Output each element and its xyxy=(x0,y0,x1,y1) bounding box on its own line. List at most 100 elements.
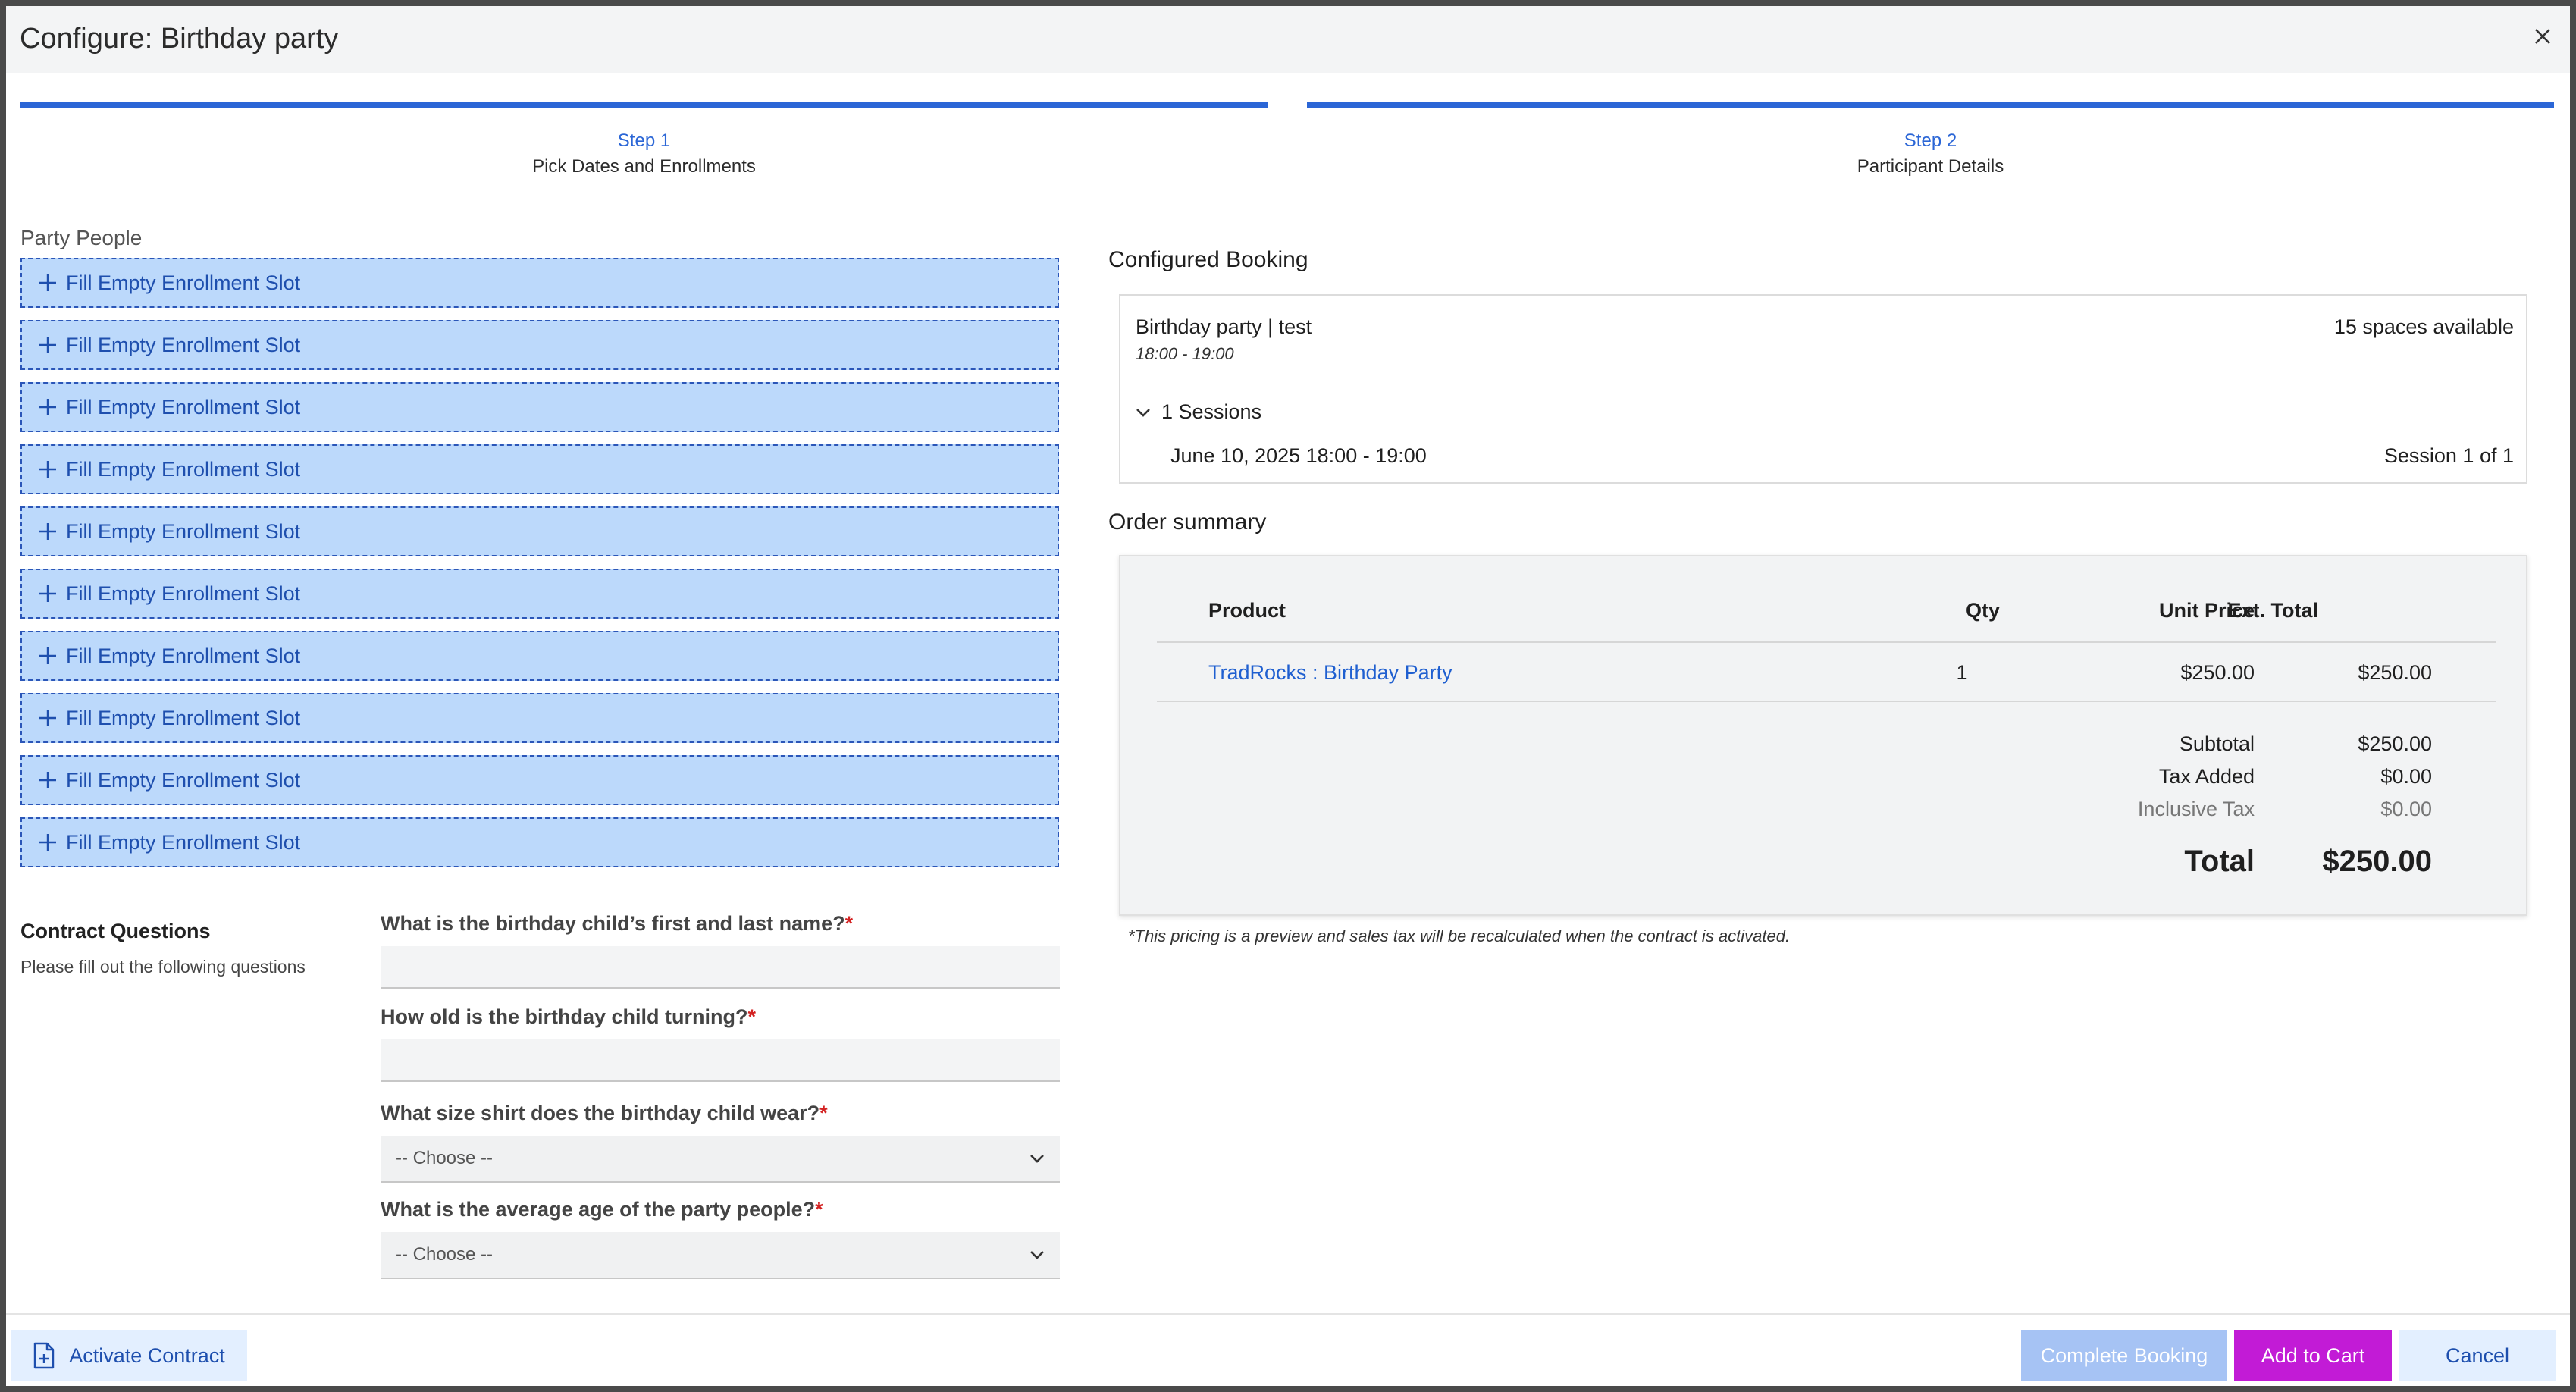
question-label: What is the average age of the party peo… xyxy=(381,1198,1060,1221)
booking-card: Birthday party | test 18:00 - 19:00 15 s… xyxy=(1119,294,2527,484)
slot-label: Fill Empty Enrollment Slot xyxy=(66,333,301,356)
step-2-label: Participant Details xyxy=(1857,156,2004,177)
complete-booking-button[interactable]: Complete Booking xyxy=(2021,1330,2227,1381)
fill-enrollment-slot-button[interactable]: Fill Empty Enrollment Slot xyxy=(20,444,1059,494)
fill-enrollment-slot-button[interactable]: Fill Empty Enrollment Slot xyxy=(20,258,1059,308)
question-text: What is the average age of the party peo… xyxy=(381,1198,816,1221)
party-people-label: Party People xyxy=(20,226,143,249)
slot-label: Fill Empty Enrollment Slot xyxy=(66,519,301,543)
plus-icon xyxy=(39,337,56,353)
slot-label: Fill Empty Enrollment Slot xyxy=(66,706,301,729)
fill-enrollment-slot-button[interactable]: Fill Empty Enrollment Slot xyxy=(20,817,1059,867)
document-plus-icon xyxy=(34,1342,55,1369)
child-name-input[interactable] xyxy=(381,946,1060,989)
close-button[interactable] xyxy=(2527,21,2558,52)
session-count: Session 1 of 1 xyxy=(2383,444,2514,467)
question-label: What is the birthday child’s first and l… xyxy=(381,912,1060,936)
col-product: Product xyxy=(1208,599,1286,622)
fill-enrollment-slot-button[interactable]: Fill Empty Enrollment Slot xyxy=(20,506,1059,556)
add-to-cart-button[interactable]: Add to Cart xyxy=(2234,1330,2392,1381)
modal-header: Configure: Birthday party xyxy=(6,6,2570,73)
activate-contract-button[interactable]: Activate Contract xyxy=(11,1330,247,1381)
configure-modal: Configure: Birthday party Step 1 Pick Da… xyxy=(6,6,2570,1386)
col-ext-total: Ext. Total xyxy=(2227,599,2505,622)
required-mark: * xyxy=(747,1005,756,1028)
row-qty: 1 xyxy=(1956,661,1968,684)
col-unit-price: Unit Price xyxy=(2158,599,2255,622)
select-value: -- Choose -- xyxy=(396,1148,494,1168)
average-age-select[interactable]: -- Choose -- xyxy=(381,1232,1060,1279)
booking-name: Birthday party | test xyxy=(1136,315,1312,338)
inclusive-tax-value: $0.00 xyxy=(2380,798,2432,820)
contract-questions-subtitle: Please fill out the following questions xyxy=(20,957,306,977)
question-child-name: What is the birthday child’s first and l… xyxy=(381,912,1060,989)
session-date: June 10, 2025 18:00 - 19:00 xyxy=(1170,444,1427,467)
product-link[interactable]: TradRocks : Birthday Party xyxy=(1208,661,1453,685)
col-qty: Qty xyxy=(1965,599,2000,622)
booking-time: 18:00 - 19:00 xyxy=(1136,344,1234,363)
fill-enrollment-slot-button[interactable]: Fill Empty Enrollment Slot xyxy=(20,755,1059,805)
plus-icon xyxy=(39,710,56,726)
pricing-note: *This pricing is a preview and sales tax… xyxy=(1128,926,1791,945)
total-value: $250.00 xyxy=(2322,845,2432,878)
step-1-bar xyxy=(20,102,1268,108)
required-mark: * xyxy=(815,1198,823,1221)
sessions-toggle[interactable]: 1 Sessions xyxy=(1136,400,1261,424)
plus-icon xyxy=(39,647,56,664)
fill-enrollment-slot-button[interactable]: Fill Empty Enrollment Slot xyxy=(20,320,1059,370)
chevron-down-icon xyxy=(1030,1251,1044,1259)
question-shirt-size: What size shirt does the birthday child … xyxy=(381,1102,1060,1183)
plus-icon xyxy=(39,399,56,415)
slot-label: Fill Empty Enrollment Slot xyxy=(66,271,301,294)
question-text: How old is the birthday child turning? xyxy=(381,1005,748,1028)
required-mark: * xyxy=(845,912,854,935)
step-2[interactable]: Step 2 Participant Details xyxy=(1307,102,2554,177)
stepper: Step 1 Pick Dates and Enrollments Step 2… xyxy=(20,102,2556,185)
divider xyxy=(1157,701,2496,702)
question-text: What size shirt does the birthday child … xyxy=(381,1102,820,1124)
child-age-input[interactable] xyxy=(381,1039,1060,1082)
step-1-label: Pick Dates and Enrollments xyxy=(532,156,756,177)
modal-footer: Activate Contract Complete Booking Add t… xyxy=(6,1313,2570,1386)
plus-icon xyxy=(39,585,56,602)
activate-contract-label: Activate Contract xyxy=(69,1343,225,1367)
order-summary-card: Product Qty Unit Price Ext. Total TradRo… xyxy=(1119,555,2527,916)
fill-enrollment-slot-button[interactable]: Fill Empty Enrollment Slot xyxy=(20,382,1059,432)
select-value: -- Choose -- xyxy=(396,1244,494,1265)
slot-label: Fill Empty Enrollment Slot xyxy=(66,768,301,792)
step-2-bar xyxy=(1307,102,2554,108)
required-mark: * xyxy=(819,1102,828,1124)
plus-icon xyxy=(39,274,56,291)
slot-label: Fill Empty Enrollment Slot xyxy=(66,582,301,605)
plus-icon xyxy=(39,834,56,851)
configured-booking-heading: Configured Booking xyxy=(1108,247,1308,272)
spaces-available: 15 spaces available xyxy=(2333,315,2514,338)
slot-label: Fill Empty Enrollment Slot xyxy=(66,830,301,854)
plus-icon xyxy=(39,523,56,540)
slot-label: Fill Empty Enrollment Slot xyxy=(66,395,301,419)
step-1-number: Step 1 xyxy=(617,130,671,151)
question-child-age: How old is the birthday child turning?* xyxy=(381,1005,1060,1082)
question-label: What size shirt does the birthday child … xyxy=(381,1102,1060,1125)
divider xyxy=(1157,641,2496,643)
chevron-down-icon xyxy=(1030,1155,1044,1163)
plus-icon xyxy=(39,461,56,478)
fill-enrollment-slot-button[interactable]: Fill Empty Enrollment Slot xyxy=(20,693,1059,743)
subtotal-value: $250.00 xyxy=(2358,732,2432,755)
step-1[interactable]: Step 1 Pick Dates and Enrollments xyxy=(20,102,1268,177)
tax-value: $0.00 xyxy=(2380,765,2432,788)
close-icon xyxy=(2535,29,2550,44)
slot-label: Fill Empty Enrollment Slot xyxy=(66,644,301,667)
fill-enrollment-slot-button[interactable]: Fill Empty Enrollment Slot xyxy=(20,631,1059,681)
cancel-button[interactable]: Cancel xyxy=(2399,1330,2556,1381)
fill-enrollment-slot-button[interactable]: Fill Empty Enrollment Slot xyxy=(20,569,1059,619)
row-ext-total: $250.00 xyxy=(2358,661,2432,684)
step-2-number: Step 2 xyxy=(1904,130,1957,151)
col-ext-total-text: Ext. Total xyxy=(2227,599,2318,622)
slot-label: Fill Empty Enrollment Slot xyxy=(66,457,301,481)
question-average-age: What is the average age of the party peo… xyxy=(381,1198,1060,1279)
shirt-size-select[interactable]: -- Choose -- xyxy=(381,1136,1060,1183)
enrollment-slot-list: Fill Empty Enrollment Slot Fill Empty Enr… xyxy=(20,258,1059,879)
modal-title: Configure: Birthday party xyxy=(20,23,339,55)
plus-icon xyxy=(39,772,56,788)
